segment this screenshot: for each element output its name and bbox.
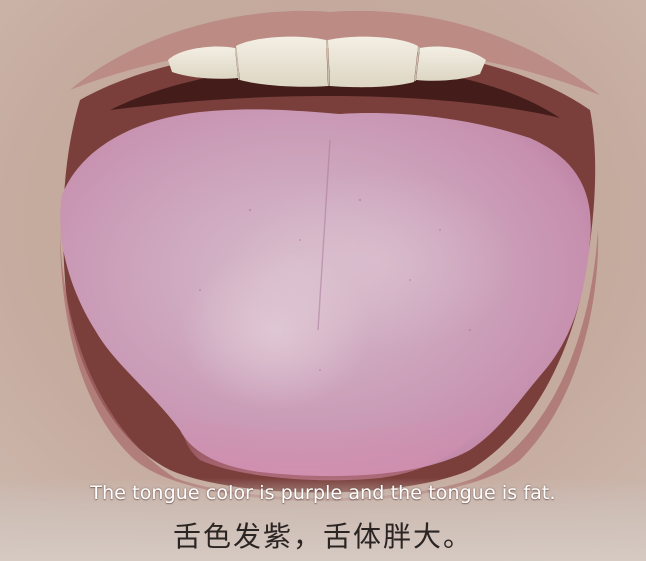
caption-chinese: 舌色发紫，舌体胖大。 — [172, 520, 473, 553]
tongue-illustration — [0, 0, 646, 561]
tongue-photo: The tongue color is purple and the tongu… — [0, 0, 646, 561]
tongue-coating-upper — [240, 170, 520, 350]
caption-english: The tongue color is purple and the tongu… — [90, 482, 556, 504]
